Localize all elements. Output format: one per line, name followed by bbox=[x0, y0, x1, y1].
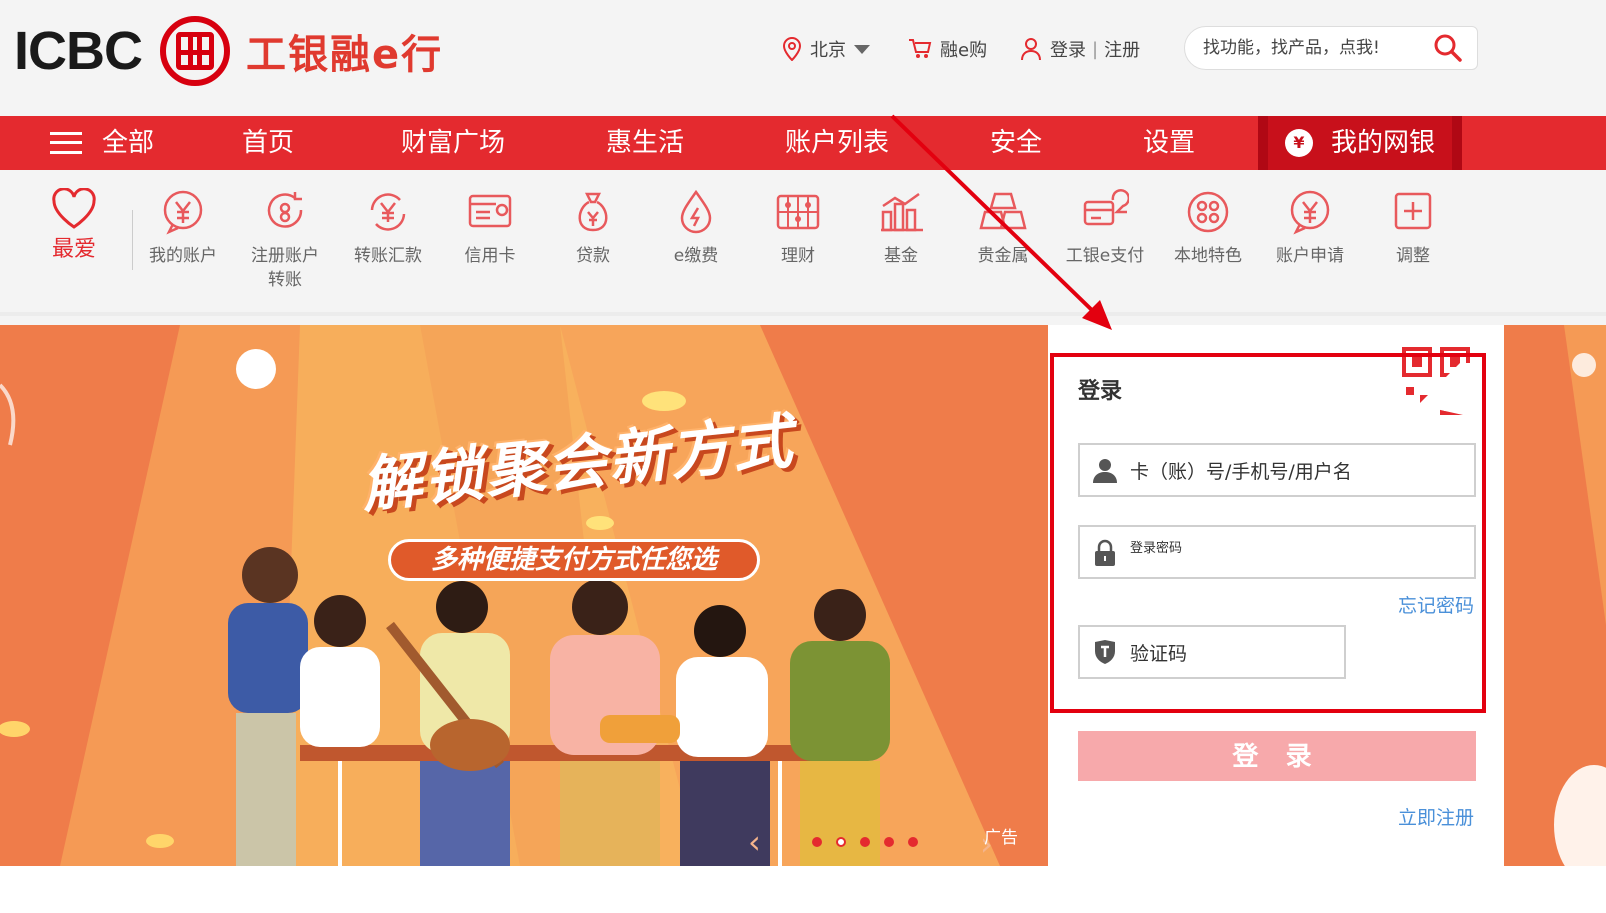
location-label: 北京 bbox=[810, 40, 846, 61]
refresh-account-icon bbox=[267, 192, 303, 228]
quick-label: 注册账户 bbox=[251, 246, 319, 266]
transfer-yuan-icon bbox=[370, 193, 406, 231]
quick-e-payment[interactable]: e缴费 bbox=[646, 188, 746, 268]
logo-brand-name: 工银融e行 bbox=[246, 32, 444, 78]
gold-bars-icon bbox=[979, 192, 1027, 230]
header-register-link[interactable]: 注册 bbox=[1104, 36, 1140, 62]
quick-adjust[interactable]: 调整 bbox=[1363, 188, 1463, 268]
quick-label: 贷款 bbox=[576, 246, 610, 266]
register-now-link[interactable]: 立即注册 bbox=[1398, 803, 1474, 830]
nav-home[interactable]: 首页 bbox=[242, 116, 294, 170]
site-header: ICBC 工银融e行 北京 融e购 登录 | 注册 bbox=[0, 0, 1606, 116]
credit-card-icon bbox=[468, 194, 512, 228]
quick-local-features[interactable]: 本地特色 bbox=[1158, 188, 1258, 268]
quick-label: 我的账户 bbox=[149, 246, 217, 266]
quick-label: 工银e支付 bbox=[1065, 246, 1145, 266]
icbc-seal-icon bbox=[160, 16, 230, 86]
carousel-dot-active[interactable] bbox=[836, 837, 846, 847]
quick-transfer[interactable]: 转账汇款 bbox=[338, 188, 438, 268]
abacus-icon bbox=[776, 194, 820, 230]
quick-favorites[interactable]: 最爱 bbox=[24, 188, 124, 262]
user-links: 登录 | 注册 bbox=[1020, 36, 1140, 62]
promo-banner[interactable]: 解锁聚会新方式 多种便捷支付方式任您选 ‹ › 广告 bbox=[0, 325, 1048, 866]
quick-label: 本地特色 bbox=[1174, 246, 1242, 266]
menu-icon bbox=[50, 132, 82, 154]
quick-label-line2: 转账 bbox=[268, 270, 302, 290]
quick-e-pay[interactable]: 工银e支付 bbox=[1055, 188, 1155, 268]
quick-label: e缴费 bbox=[673, 246, 719, 266]
water-drop-icon bbox=[680, 189, 712, 234]
carousel-dot[interactable] bbox=[812, 837, 822, 847]
location-selector[interactable]: 北京 bbox=[782, 36, 870, 62]
search-input[interactable] bbox=[1185, 38, 1425, 58]
quick-my-account[interactable]: 我的账户 bbox=[133, 188, 233, 268]
header-login-link[interactable]: 登录 bbox=[1050, 36, 1086, 62]
quick-register-transfer[interactable]: 注册账户 转账 bbox=[235, 188, 335, 292]
quick-label: 调整 bbox=[1396, 246, 1430, 266]
money-bag-icon bbox=[578, 192, 608, 232]
nav-accounts[interactable]: 账户列表 bbox=[785, 116, 889, 170]
banner-edge bbox=[1504, 325, 1606, 866]
quick-loan[interactable]: 贷款 bbox=[543, 188, 643, 268]
quick-label: 信用卡 bbox=[464, 246, 516, 266]
quick-credit-card[interactable]: 信用卡 bbox=[440, 188, 540, 268]
yuan-bubble-icon bbox=[1290, 190, 1330, 235]
nav-security[interactable]: 安全 bbox=[990, 116, 1042, 170]
page-footer-area bbox=[0, 866, 1606, 913]
quick-label: 转账汇款 bbox=[354, 246, 422, 266]
nav-life[interactable]: 惠生活 bbox=[606, 116, 684, 170]
quick-account-apply[interactable]: 账户申请 bbox=[1260, 188, 1360, 268]
yuan-circle-icon bbox=[163, 190, 203, 235]
quick-label: 理财 bbox=[781, 246, 815, 266]
divider: | bbox=[1092, 38, 1099, 60]
carousel-dot[interactable] bbox=[884, 837, 894, 847]
quick-label: 贵金属 bbox=[977, 246, 1029, 266]
logo-text: ICBC bbox=[14, 21, 143, 81]
carousel-indicators bbox=[812, 837, 918, 847]
quick-fund[interactable]: 基金 bbox=[851, 188, 951, 268]
card-pay-icon bbox=[1083, 189, 1129, 226]
quick-precious-metals[interactable]: 贵金属 bbox=[953, 188, 1053, 268]
icbc-logo[interactable]: ICBC 工银融e行 bbox=[14, 16, 443, 86]
location-pin-icon bbox=[782, 37, 802, 61]
heart-icon bbox=[52, 188, 96, 229]
quick-label: 账户申请 bbox=[1276, 246, 1344, 266]
banner-prev-icon[interactable]: ‹ bbox=[748, 823, 761, 861]
banner-background bbox=[0, 325, 1048, 866]
search-icon[interactable] bbox=[1433, 33, 1463, 63]
cart-icon bbox=[909, 39, 932, 58]
money-bag-icon: ¥ bbox=[1284, 129, 1313, 157]
login-button[interactable]: 登 录 bbox=[1078, 731, 1476, 781]
grid-circle-icon bbox=[1187, 191, 1229, 233]
annotation-highlight-box bbox=[1050, 353, 1486, 713]
quick-menu: 最爱 我的账户 注册账户 转账 转账汇款 信用卡 贷款 e缴费 理财 基金 贵金… bbox=[0, 170, 1606, 316]
shop-label: 融e购 bbox=[940, 40, 988, 61]
quick-favorites-label: 最爱 bbox=[51, 237, 96, 262]
banner-subtitle: 多种便捷支付方式任您选 bbox=[388, 539, 760, 581]
main-nav: 全部 首页 财富广场 惠生活 账户列表 安全 设置 ¥ 我的网银 bbox=[0, 116, 1606, 170]
nav-wealth[interactable]: 财富广场 bbox=[401, 116, 505, 170]
ad-label: 广告 bbox=[984, 828, 1018, 848]
carousel-dot[interactable] bbox=[908, 837, 918, 847]
banner-edge-graphic bbox=[1504, 325, 1606, 866]
nav-my-banking-label: 我的网银 bbox=[1330, 128, 1435, 158]
nav-settings[interactable]: 设置 bbox=[1143, 116, 1195, 170]
plus-square-icon bbox=[1394, 192, 1432, 230]
nav-all-label: 全部 bbox=[102, 128, 155, 158]
nav-all[interactable]: 全部 bbox=[50, 116, 154, 170]
chevron-down-icon bbox=[854, 44, 870, 54]
user-icon bbox=[1021, 38, 1041, 61]
quick-label: 基金 bbox=[884, 246, 918, 266]
quick-wealth[interactable]: 理财 bbox=[748, 188, 848, 268]
carousel-dot[interactable] bbox=[860, 837, 870, 847]
shop-link[interactable]: 融e购 bbox=[908, 36, 987, 62]
bar-chart-icon bbox=[881, 192, 923, 232]
search-box bbox=[1184, 26, 1478, 70]
nav-my-banking[interactable]: ¥ 我的网银 bbox=[1258, 116, 1462, 170]
